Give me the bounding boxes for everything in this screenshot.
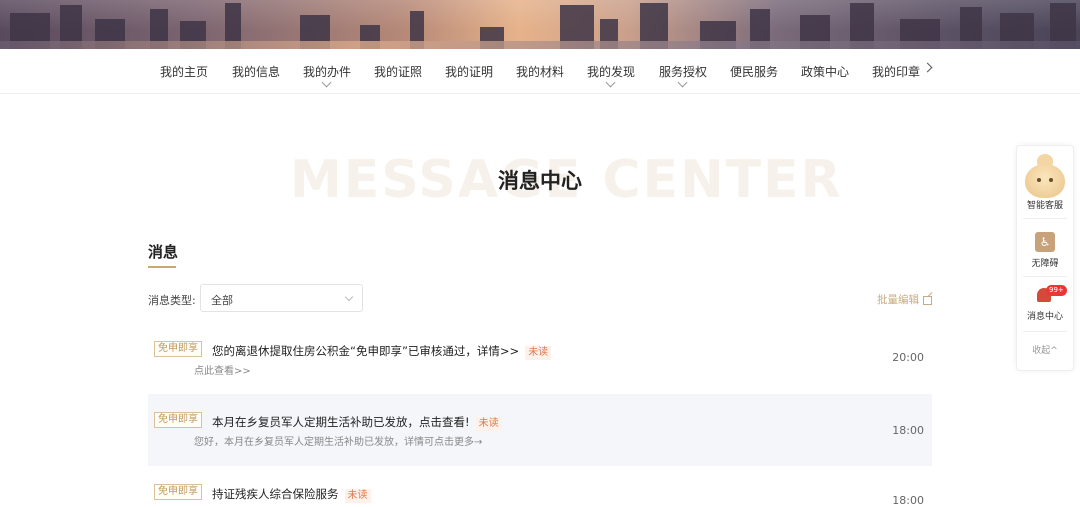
unread-badge: 未读 <box>344 489 371 503</box>
message-subtitle[interactable]: 您好，本月在乡复员军人定期生活补助已发放，详情可点击更多→ <box>194 433 482 448</box>
assistant-label[interactable]: 智能客服 <box>1017 198 1073 211</box>
message-subtitle[interactable]: 点此查看>> <box>194 362 251 377</box>
message-tag: 免申即享 <box>154 484 202 500</box>
assistant-mascot-icon[interactable] <box>1023 154 1067 200</box>
section-underline <box>148 266 176 268</box>
chevron-down-icon <box>321 77 332 88</box>
message-tag: 免申即享 <box>154 341 202 357</box>
nav-item-policy[interactable]: 政策中心 <box>801 63 849 80</box>
nav-item-licenses[interactable]: 我的证照 <box>374 63 422 80</box>
select-value: 全部 <box>211 294 233 307</box>
nav-item-seals[interactable]: 我的印章 <box>872 63 920 80</box>
unread-badge: 未读 <box>525 346 552 360</box>
city-banner <box>0 0 1080 49</box>
message-item[interactable]: 免申即享 本月在乡复员军人定期生活补助已发放，点击查看! 未读 您好，本月在乡复员… <box>148 394 932 466</box>
message-time: 20:00 <box>892 351 924 364</box>
accessibility-label[interactable]: 无障碍 <box>1017 256 1073 269</box>
nav-item-label: 我的办件 <box>303 65 352 79</box>
chevron-down-icon <box>605 77 616 88</box>
batch-edit-label: 批量编辑 <box>877 294 919 306</box>
message-title[interactable]: 您的离退休提取住房公积金“免申即享”已审核通过，详情>> <box>212 344 519 358</box>
message-title[interactable]: 本月在乡复员军人定期生活补助已发放，点击查看! <box>212 415 470 429</box>
filter-label: 消息类型: <box>148 294 196 307</box>
main-nav: 我的主页 我的信息 我的办件 我的证照 我的证明 我的材料 我的发现 服务授权 … <box>0 49 1080 94</box>
message-center-label[interactable]: 消息中心 <box>1017 309 1073 322</box>
nav-item-cases[interactable]: 我的办件 <box>303 63 352 88</box>
page-title: 消息中心 <box>498 169 582 193</box>
message-item[interactable]: 免申即享 您的离退休提取住房公积金“免申即享”已审核通过，详情>> 未读 点此查看… <box>148 323 932 393</box>
notification-badge: 99+ <box>1046 285 1067 296</box>
nav-item-home[interactable]: 我的主页 <box>160 63 208 80</box>
message-time: 18:00 <box>892 494 924 507</box>
nav-item-materials[interactable]: 我的材料 <box>516 63 564 80</box>
message-title-row: 持证残疾人综合保险服务 未读 <box>212 486 371 503</box>
message-title-row: 本月在乡复员军人定期生活补助已发放，点击查看! 未读 <box>212 414 502 431</box>
nav-item-discover[interactable]: 我的发现 <box>587 63 636 88</box>
batch-edit-button[interactable]: 批量编辑 <box>877 292 932 307</box>
unread-badge: 未读 <box>475 417 502 431</box>
nav-item-label: 我的发现 <box>587 65 636 79</box>
message-time: 18:00 <box>892 424 924 437</box>
message-tag: 免申即享 <box>154 412 202 428</box>
nav-item-label: 服务授权 <box>659 65 708 79</box>
message-item[interactable]: 免申即享 持证残疾人综合保险服务 未读 18:00 <box>148 467 932 507</box>
nav-item-info[interactable]: 我的信息 <box>232 63 280 80</box>
nav-item-authorization[interactable]: 服务授权 <box>659 63 708 88</box>
message-title-row: 您的离退休提取住房公积金“免申即享”已审核通过，详情>> 未读 <box>212 343 552 360</box>
message-type-select[interactable]: 全部 <box>200 284 363 312</box>
chevron-down-icon <box>344 292 354 302</box>
accessibility-icon[interactable]: ♿ <box>1035 232 1055 252</box>
floating-toolbar: 智能客服 ♿ 无障碍 99+ 消息中心 收起^ <box>1016 145 1074 371</box>
message-title[interactable]: 持证残疾人综合保险服务 <box>212 487 339 501</box>
edit-icon <box>923 295 932 305</box>
nav-item-services[interactable]: 便民服务 <box>730 63 778 80</box>
section-title: 消息 <box>148 243 179 261</box>
collapse-button[interactable]: 收起^ <box>1017 343 1073 356</box>
chevron-down-icon <box>677 77 688 88</box>
nav-item-certificates[interactable]: 我的证明 <box>445 63 493 80</box>
